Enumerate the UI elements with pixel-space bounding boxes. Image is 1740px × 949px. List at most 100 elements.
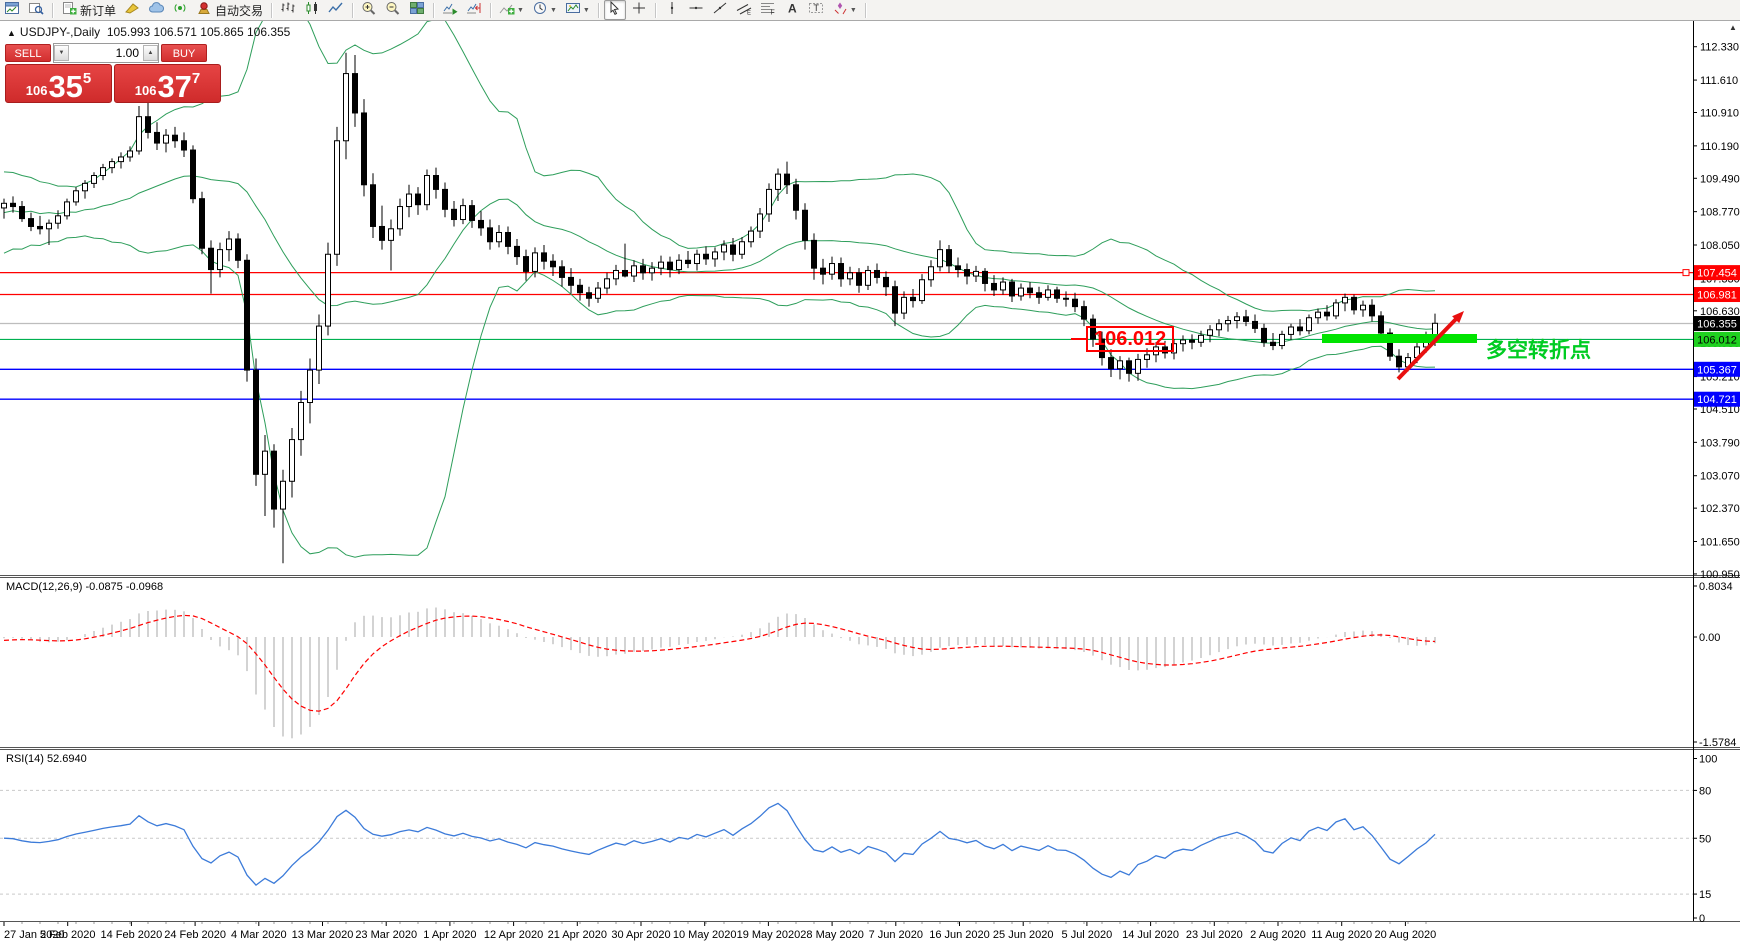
fibo-icon: F	[760, 1, 776, 20]
chevron-down-icon[interactable]: ▼	[517, 7, 524, 14]
chart-shift-button[interactable]	[463, 0, 485, 20]
volume-stepper: ▼ ▲	[53, 43, 159, 63]
svg-text:105.367: 105.367	[1697, 364, 1737, 376]
textA-icon: A	[784, 1, 800, 20]
toolbar-separator	[490, 3, 491, 18]
symbol-ohlc-info: ▲USDJPY-,Daily 105.993 106.571 105.865 1…	[7, 25, 290, 39]
cursor-button[interactable]	[604, 0, 626, 20]
sell-price-pip: 5	[83, 70, 91, 87]
sell-price-prefix: 106	[26, 83, 48, 98]
svg-text:107.454: 107.454	[1697, 268, 1737, 280]
svg-text:0.8034: 0.8034	[1699, 581, 1733, 593]
signal-icon	[172, 1, 188, 20]
svg-text:15: 15	[1699, 889, 1711, 901]
svg-text:24 Feb 2020: 24 Feb 2020	[164, 929, 226, 941]
fibonacci-button[interactable]: F	[757, 0, 779, 20]
buy-price-pip: 7	[192, 70, 200, 87]
tline-icon	[712, 1, 728, 20]
text-label-button[interactable]: T	[805, 0, 827, 20]
svg-text:103.070: 103.070	[1700, 471, 1740, 483]
svg-text:1 Apr 2020: 1 Apr 2020	[423, 929, 476, 941]
candle-chart-type-button[interactable]	[301, 0, 323, 20]
svg-text:A: A	[788, 1, 797, 15]
zoom-out-button[interactable]	[382, 0, 404, 20]
price-callout-dash	[1071, 338, 1086, 340]
autotrading-button[interactable]: 自动交易	[193, 0, 266, 20]
svg-text:5 Feb 2020: 5 Feb 2020	[40, 929, 96, 941]
channel-icon: E	[736, 1, 752, 20]
cursor-icon	[607, 1, 623, 20]
zoomin-icon	[361, 1, 377, 20]
crosshair-button[interactable]	[628, 0, 650, 20]
sell-button[interactable]: SELL	[5, 44, 51, 62]
svg-text:106.630: 106.630	[1700, 306, 1740, 318]
svg-text:101.650: 101.650	[1700, 536, 1740, 548]
linechart-icon	[328, 1, 344, 20]
volume-up-button[interactable]: ▲	[143, 45, 158, 61]
price-level-callout[interactable]: 106.012	[1086, 326, 1174, 352]
periods-button[interactable]: ▼	[529, 0, 560, 20]
profiles-icon	[28, 1, 44, 20]
svg-text:25 Jun 2020: 25 Jun 2020	[993, 929, 1054, 941]
chart-canvas[interactable]: 112.330111.610110.910110.190109.490108.7…	[0, 0, 1740, 949]
buy-price-main: 37	[157, 72, 191, 101]
new-chart-button[interactable]	[1, 0, 23, 20]
svg-text:13 Mar 2020: 13 Mar 2020	[292, 929, 354, 941]
arrows-button[interactable]: ▼	[829, 0, 860, 20]
svg-text:7 Jun 2020: 7 Jun 2020	[869, 929, 923, 941]
templates-button[interactable]: ▼	[562, 0, 593, 20]
signals-button[interactable]	[169, 0, 191, 20]
line-chart-type-button[interactable]	[325, 0, 347, 20]
svg-text:80: 80	[1699, 785, 1711, 797]
equidistant-channel-button[interactable]: E	[733, 0, 755, 20]
tile-windows-button[interactable]	[406, 0, 428, 20]
buy-price-button[interactable]: 106377	[114, 64, 221, 103]
svg-text:2 Aug 2020: 2 Aug 2020	[1250, 929, 1306, 941]
horizontal-line-button[interactable]	[685, 0, 707, 20]
scroll-up-icon[interactable]: ▲	[1729, 23, 1737, 32]
buy-button[interactable]: BUY	[161, 44, 207, 62]
chevron-down-icon[interactable]: ▼	[550, 7, 557, 14]
volume-down-button[interactable]: ▼	[54, 45, 69, 61]
svg-text:102.370: 102.370	[1700, 503, 1740, 515]
svg-text:-1.5784: -1.5784	[1699, 737, 1736, 749]
svg-text:106.012: 106.012	[1697, 334, 1737, 346]
zoomout-icon	[385, 1, 401, 20]
toolbar-separator	[352, 3, 353, 18]
newchart-icon	[4, 1, 20, 20]
svg-text:16 Jun 2020: 16 Jun 2020	[929, 929, 990, 941]
sell-price-button[interactable]: 106355	[5, 64, 112, 103]
svg-text:4 Mar 2020: 4 Mar 2020	[231, 929, 287, 941]
trendline-button[interactable]	[709, 0, 731, 20]
svg-text:108.770: 108.770	[1700, 207, 1740, 219]
vline-icon	[664, 1, 680, 20]
new-order-button[interactable]: 新订单	[58, 0, 119, 20]
volume-input[interactable]	[69, 46, 143, 60]
chevron-down-icon[interactable]: ▼	[850, 7, 857, 14]
symbol-marker-icon: ▲	[7, 28, 16, 38]
auto-scroll-button[interactable]	[439, 0, 461, 20]
text-button[interactable]: A	[781, 0, 803, 20]
chevron-down-icon[interactable]: ▼	[583, 7, 590, 14]
symbol-name: USDJPY-,Daily	[20, 25, 100, 39]
svg-text:100: 100	[1699, 754, 1717, 766]
hline-icon	[688, 1, 704, 20]
vertical-line-button[interactable]	[661, 0, 683, 20]
zoom-in-button[interactable]	[358, 0, 380, 20]
macd-indicator-label: MACD(12,26,9) -0.0875 -0.0968	[6, 581, 163, 593]
indicators-button[interactable]: ▼	[496, 0, 527, 20]
buy-price-prefix: 106	[135, 83, 157, 98]
objects-button[interactable]	[121, 0, 143, 20]
svg-text:50: 50	[1699, 833, 1711, 845]
svg-text:100.950: 100.950	[1700, 569, 1740, 581]
crosshair-icon	[631, 1, 647, 20]
pivot-point-label[interactable]: 多空转折点	[1486, 334, 1591, 364]
pivot-highlight-bar[interactable]	[1322, 334, 1477, 343]
svg-text:108.050: 108.050	[1700, 240, 1740, 252]
toolbar-separator	[271, 3, 272, 18]
profiles-button[interactable]	[25, 0, 47, 20]
mt4-terminal-window: { "toolbar": { "buttons": [ {"name":"new…	[0, 0, 1740, 949]
market-button[interactable]	[145, 0, 167, 20]
svg-text:E: E	[747, 10, 751, 15]
bar-chart-type-button[interactable]	[277, 0, 299, 20]
